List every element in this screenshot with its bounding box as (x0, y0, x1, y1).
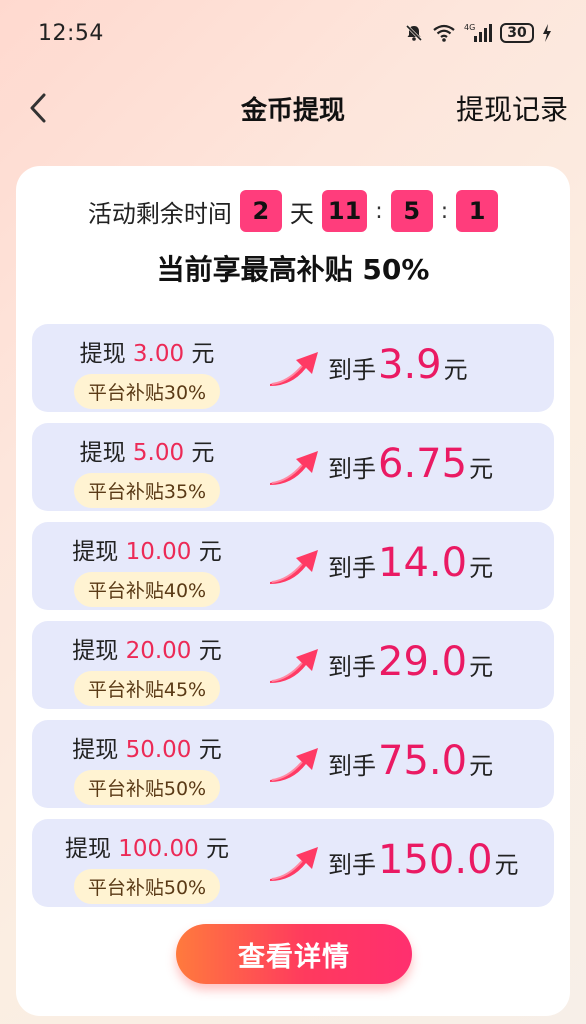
arrow-up-right-icon (270, 451, 318, 485)
option-amount: 3.00 (132, 341, 185, 367)
option-prefix: 提现 (64, 836, 111, 862)
subsidy-badge: 平台补贴45% (73, 671, 221, 706)
arrow-up-right-icon (270, 649, 318, 683)
option-unit: 元 (191, 341, 215, 367)
status-icons: 4G 30 (404, 22, 552, 44)
withdraw-option[interactable]: 提现 10.00 元 平台补贴40% 到手 14.0 元 (32, 522, 554, 610)
countdown: 活动剩余时间 2 天 11 : 5 : 1 (16, 190, 570, 232)
receive-label: 到手 (328, 851, 376, 879)
withdraw-card: 活动剩余时间 2 天 11 : 5 : 1 当前享最高补贴 50% 提现 3.0… (16, 166, 570, 1016)
receive-unit: 元 (443, 356, 468, 384)
mute-icon (404, 23, 424, 43)
subsidy-badge: 平台补贴50% (73, 770, 221, 805)
withdraw-option[interactable]: 提现 100.00 元 平台补贴50% 到手 150.0 元 (32, 819, 554, 907)
status-time: 12:54 (38, 20, 104, 46)
receive-value: 75.0 (378, 738, 468, 784)
subsidy-badge: 平台补贴30% (73, 374, 221, 409)
arrow-up-right-icon (270, 748, 318, 782)
countdown-seconds: 1 (456, 190, 499, 232)
charging-icon (542, 23, 552, 43)
status-bar: 12:54 4G 30 (0, 0, 586, 66)
receive-label: 到手 (328, 752, 376, 780)
arrow-up-right-icon (270, 352, 318, 386)
subsidy-badge: 平台补贴50% (73, 869, 221, 904)
receive-value: 3.9 (378, 342, 442, 388)
subsidy-badge: 平台补贴40% (73, 572, 221, 607)
receive-unit: 元 (469, 455, 494, 483)
withdraw-records-link[interactable]: 提现记录 (456, 88, 568, 128)
withdraw-option[interactable]: 提现 3.00 元 平台补贴30% 到手 3.9 元 (32, 324, 554, 412)
countdown-days: 2 (239, 190, 282, 232)
receive-unit: 元 (469, 554, 494, 582)
battery-icon: 30 (500, 23, 534, 43)
receive-label: 到手 (328, 455, 376, 483)
option-amount: 20.00 (125, 638, 192, 664)
option-prefix: 提现 (79, 341, 126, 367)
network-label: 4G (464, 23, 475, 32)
countdown-label: 活动剩余时间 (87, 199, 232, 228)
option-prefix: 提现 (72, 638, 119, 664)
subsidy-badge: 平台补贴35% (73, 473, 221, 508)
receive-unit: 元 (469, 653, 494, 681)
option-unit: 元 (198, 737, 222, 763)
option-amount: 100.00 (118, 836, 199, 862)
option-amount: 10.00 (125, 539, 192, 565)
withdraw-option[interactable]: 提现 5.00 元 平台补贴35% 到手 6.75 元 (32, 423, 554, 511)
arrow-up-right-icon (270, 847, 318, 881)
option-prefix: 提现 (72, 737, 119, 763)
header: 金币提现 提现记录 (0, 70, 586, 146)
countdown-minutes: 5 (390, 190, 433, 232)
receive-label: 到手 (328, 554, 376, 582)
countdown-days-unit: 天 (289, 199, 314, 228)
option-prefix: 提现 (72, 539, 119, 565)
receive-unit: 元 (494, 851, 519, 879)
signal-icon: 4G (464, 22, 492, 44)
receive-value: 6.75 (378, 441, 468, 487)
subsidy-headline: 当前享最高补贴 50% (156, 253, 430, 286)
receive-value: 29.0 (378, 639, 468, 685)
option-unit: 元 (191, 440, 215, 466)
countdown-separator: : (375, 198, 383, 224)
countdown-hours: 11 (321, 190, 368, 232)
arrow-up-right-icon (270, 550, 318, 584)
receive-value: 150.0 (378, 837, 493, 883)
countdown-separator: : (440, 198, 449, 224)
option-unit: 元 (198, 638, 222, 664)
withdraw-options: 提现 3.00 元 平台补贴30% 到手 3.9 元 提现 5.00 元 平台补… (32, 324, 554, 918)
wifi-icon (432, 23, 456, 43)
option-amount: 50.00 (125, 737, 192, 763)
withdraw-option[interactable]: 提现 20.00 元 平台补贴45% 到手 29.0 元 (32, 621, 554, 709)
receive-value: 14.0 (378, 540, 468, 586)
receive-unit: 元 (469, 752, 494, 780)
receive-label: 到手 (328, 356, 376, 384)
option-unit: 元 (206, 836, 230, 862)
withdraw-option[interactable]: 提现 50.00 元 平台补贴50% 到手 75.0 元 (32, 720, 554, 808)
option-prefix: 提现 (79, 440, 126, 466)
receive-label: 到手 (328, 653, 376, 681)
option-unit: 元 (198, 539, 222, 565)
option-amount: 5.00 (132, 440, 185, 466)
view-details-button[interactable]: 查看详情 (176, 924, 412, 984)
